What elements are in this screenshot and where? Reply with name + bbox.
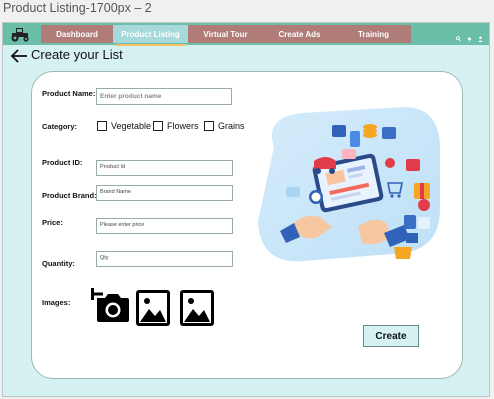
product-id-label: Product ID: (42, 158, 83, 167)
product-name-placeholder: Enter product name (100, 93, 162, 100)
product-brand-label: Product Brand: (42, 191, 97, 200)
nav-icon-group (456, 29, 483, 42)
tab-dashboard[interactable]: Dashboard (41, 25, 113, 43)
category-label: Category: (42, 122, 78, 131)
app-frame: Dashboard Product Listing Virtual Tour C… (2, 22, 490, 397)
price-input[interactable]: Please enter price (96, 218, 233, 234)
navbar: Dashboard Product Listing Virtual Tour C… (3, 23, 489, 46)
product-name-input[interactable]: Enter product name (96, 88, 232, 105)
tab-product-listing-label: Product Listing (121, 29, 180, 39)
product-brand-input[interactable]: Brand Name (96, 185, 233, 201)
tractor-logo-icon[interactable] (7, 25, 33, 43)
price-label: Price: (42, 218, 63, 227)
shopping-illustration (254, 97, 442, 265)
create-button-label: Create (375, 330, 407, 342)
vegetable-checkbox[interactable] (97, 121, 107, 131)
form-card: Product Name: Enter product name Categor… (31, 71, 463, 379)
create-button[interactable]: Create (363, 325, 419, 347)
tab-product-listing[interactable]: Product Listing (113, 25, 188, 46)
tab-virtual-tour[interactable]: Virtual Tour (188, 25, 263, 43)
image-icon[interactable] (180, 290, 214, 331)
tab-training-label: Training (357, 29, 390, 39)
product-id-placeholder: Product Id (100, 164, 126, 170)
product-brand-placeholder: Brand Name (100, 189, 131, 195)
vegetable-label: Vegetable (111, 121, 152, 131)
category-option-grains[interactable]: Grains (204, 121, 245, 131)
images-label: Images: (42, 298, 71, 307)
add-photo-icon[interactable] (90, 282, 130, 329)
tab-create-ads[interactable]: Create Ads (263, 25, 336, 43)
window-title: Product Listing-1700px – 2 (3, 1, 152, 15)
category-option-vegetable[interactable]: Vegetable (97, 121, 151, 131)
user-icon[interactable] (478, 29, 483, 42)
bell-icon[interactable] (467, 29, 472, 42)
flowers-label: Flowers (167, 121, 199, 131)
price-placeholder: Please enter price (100, 222, 145, 228)
quantity-placeholder: Qty (100, 255, 109, 261)
back-arrow-icon[interactable] (10, 49, 28, 63)
tab-virtual-tour-label: Virtual Tour (203, 29, 248, 39)
tab-create-ads-label: Create Ads (278, 29, 321, 39)
tab-dashboard-label: Dashboard (56, 29, 98, 39)
product-id-input[interactable]: Product Id (96, 160, 233, 176)
tab-training[interactable]: Training (336, 25, 411, 43)
quantity-input[interactable]: Qty (96, 251, 233, 267)
search-icon[interactable] (456, 29, 461, 42)
category-option-flowers[interactable]: Flowers (153, 121, 199, 131)
grains-label: Grains (218, 121, 245, 131)
grains-checkbox[interactable] (204, 121, 214, 131)
product-name-label: Product Name: (42, 89, 96, 98)
quantity-label: Quantity: (42, 259, 75, 268)
image-icon[interactable] (136, 290, 170, 331)
page-title: Create your List (31, 47, 123, 62)
window-titlebar: Product Listing-1700px – 2 (0, 0, 494, 19)
flowers-checkbox[interactable] (153, 121, 163, 131)
